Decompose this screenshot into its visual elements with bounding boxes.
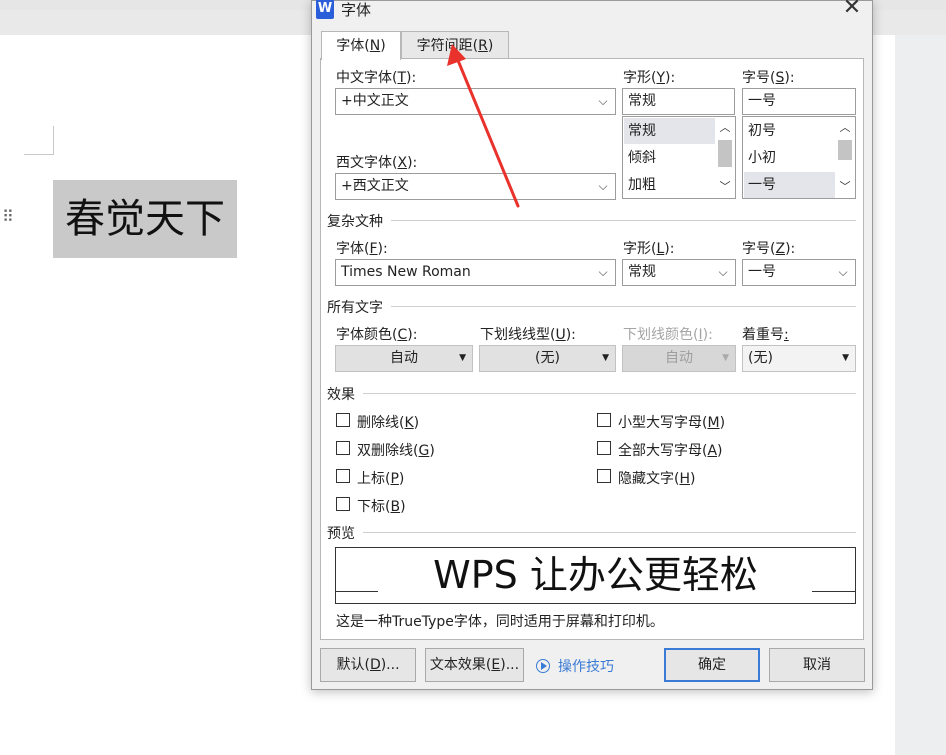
size-input[interactable]: 一号	[742, 88, 856, 115]
operation-tips-link[interactable]: 操作技巧	[536, 656, 614, 676]
style-scrollbar[interactable]: ︿ ﹀	[715, 117, 735, 198]
emphasis-mark-dropdown[interactable]: (无) ▼	[742, 345, 856, 372]
complex-size-label: 字号(Z):	[742, 241, 796, 257]
size-scrollbar[interactable]: ︿ ﹀	[835, 117, 855, 198]
dropdown-triangle-icon: ▼	[842, 353, 849, 363]
selected-document-text[interactable]: 春觉天下	[53, 180, 237, 258]
western-font-label: 西文字体(X):	[336, 155, 418, 171]
preview-section-title: 预览	[327, 526, 355, 542]
underline-style-label: 下划线线型(U):	[480, 327, 576, 343]
complex-font-label: 字体(F):	[336, 241, 388, 257]
wps-writer-icon: W	[316, 0, 334, 19]
page-margin-marker	[24, 126, 54, 155]
chevron-down-icon: ⌵	[838, 265, 848, 279]
complex-style-label: 字形(L):	[623, 241, 675, 257]
dropdown-triangle-icon: ▼	[459, 353, 466, 363]
divider	[391, 220, 856, 221]
divider	[391, 306, 856, 307]
underline-color-dropdown: 自动 ▼	[622, 345, 736, 372]
play-circle-icon	[536, 659, 550, 673]
ok-button[interactable]: 确定	[664, 648, 760, 682]
close-icon[interactable]: ✕	[840, 0, 864, 21]
style-option-regular[interactable]: 常规	[624, 118, 715, 144]
style-option-italic[interactable]: 倾斜	[624, 145, 715, 171]
style-label: 字形(Y):	[623, 70, 676, 86]
western-font-select[interactable]: +西文正文 ⌵	[335, 173, 616, 200]
subscript-checkbox[interactable]	[336, 497, 350, 511]
font-type-note: 这是一种TrueType字体，同时适用于屏幕和打印机。	[336, 614, 664, 630]
strikethrough-label[interactable]: 删除线(K)	[357, 412, 419, 432]
scroll-up-icon[interactable]: ︿	[835, 118, 855, 138]
complex-script-section-title: 复杂文种	[327, 214, 383, 230]
size-option-xiaochu[interactable]: 小初	[744, 145, 835, 171]
chevron-down-icon: ⌵	[718, 265, 728, 279]
complex-style-select[interactable]: 常规 ⌵	[622, 259, 736, 286]
scrollbar-thumb[interactable]	[718, 140, 732, 167]
tab-font[interactable]: 字体(N)	[321, 31, 401, 60]
divider	[363, 532, 856, 533]
style-option-bold[interactable]: 加粗	[624, 172, 715, 198]
document-right-gutter	[895, 35, 946, 755]
size-option-chuhao[interactable]: 初号	[744, 118, 835, 144]
chinese-font-select[interactable]: +中文正文 ⌵	[335, 88, 616, 115]
complex-font-select[interactable]: Times New Roman ⌵	[335, 259, 616, 286]
small-caps-checkbox[interactable]	[597, 413, 611, 427]
chinese-font-label: 中文字体(T):	[336, 70, 417, 86]
style-listbox[interactable]: 常规 倾斜 加粗 ︿ ﹀	[622, 116, 736, 199]
double-strikethrough-label[interactable]: 双删除线(G)	[357, 440, 435, 460]
all-caps-checkbox[interactable]	[597, 441, 611, 455]
hidden-text-label[interactable]: 隐藏文字(H)	[618, 468, 695, 488]
style-input[interactable]: 常规	[622, 88, 735, 115]
chevron-down-icon: ⌵	[598, 265, 608, 279]
scroll-up-icon[interactable]: ︿	[715, 118, 735, 138]
text-effects-button[interactable]: 文本效果(E)...	[425, 648, 524, 682]
font-color-label: 字体颜色(C):	[336, 327, 418, 343]
dialog-title: 字体	[341, 1, 372, 19]
effects-section-title: 效果	[327, 387, 355, 403]
all-text-section-title: 所有文字	[327, 300, 383, 316]
superscript-checkbox[interactable]	[336, 469, 350, 483]
complex-size-select[interactable]: 一号 ⌵	[742, 259, 856, 286]
small-caps-label[interactable]: 小型大写字母(M)	[618, 412, 725, 432]
underline-style-dropdown[interactable]: (无) ▼	[479, 345, 616, 372]
paragraph-drag-handle-icon[interactable]: ⠿	[2, 209, 14, 225]
scroll-down-icon[interactable]: ﹀	[715, 177, 735, 197]
hidden-text-checkbox[interactable]	[597, 469, 611, 483]
size-option-yihao[interactable]: 一号	[744, 172, 835, 198]
all-caps-label[interactable]: 全部大写字母(A)	[618, 440, 723, 460]
preview-box: WPS 让办公更轻松	[335, 547, 856, 604]
underline-color-label: 下划线颜色(I):	[623, 327, 713, 343]
default-button[interactable]: 默认(D)...	[320, 648, 416, 682]
emphasis-mark-label: 着重号:	[742, 327, 789, 343]
double-strikethrough-checkbox[interactable]	[336, 441, 350, 455]
dialog-titlebar[interactable]: W 字体 ✕	[312, 0, 872, 21]
superscript-label[interactable]: 上标(P)	[357, 468, 404, 488]
font-color-dropdown[interactable]: 自动 ▼	[335, 345, 473, 372]
scrollbar-thumb[interactable]	[838, 140, 852, 160]
scroll-down-icon[interactable]: ﹀	[835, 177, 855, 197]
preview-baseline-right	[812, 591, 855, 592]
cancel-button[interactable]: 取消	[769, 648, 865, 682]
tab-character-spacing[interactable]: 字符间距(R)	[401, 31, 509, 59]
chevron-down-icon: ⌵	[598, 94, 608, 108]
chevron-down-icon: ⌵	[598, 179, 608, 193]
divider	[363, 393, 856, 394]
dropdown-triangle-icon: ▼	[602, 353, 609, 363]
subscript-label[interactable]: 下标(B)	[357, 496, 406, 516]
size-listbox[interactable]: 初号 小初 一号 ︿ ﹀	[742, 116, 856, 199]
preview-sample-text: WPS 让办公更轻松	[433, 553, 758, 597]
strikethrough-checkbox[interactable]	[336, 413, 350, 427]
size-label: 字号(S):	[742, 70, 795, 86]
dropdown-triangle-icon: ▼	[722, 353, 729, 363]
preview-baseline-left	[336, 591, 378, 592]
